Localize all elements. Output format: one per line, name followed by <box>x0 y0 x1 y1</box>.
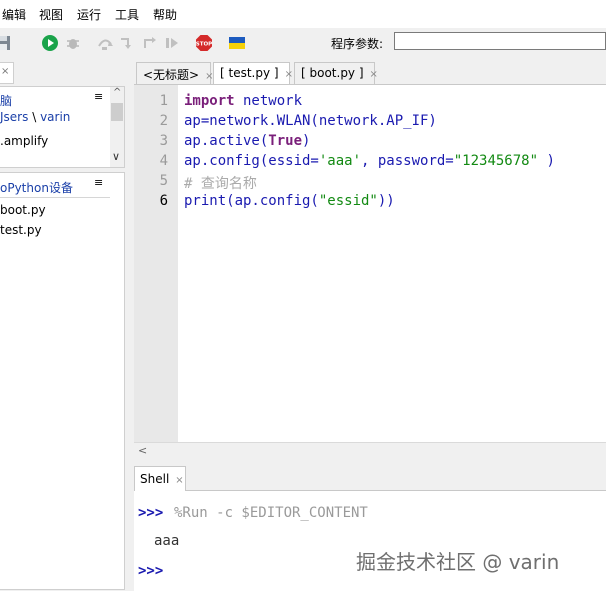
menu-icon[interactable]: ≡ <box>94 176 103 189</box>
step-out-icon[interactable] <box>141 34 159 52</box>
shell-console[interactable]: >>> %Run -c $EDITOR_CONTENT aaa >>> <box>134 491 606 591</box>
chevron-left-icon[interactable]: < <box>138 444 147 457</box>
close-icon[interactable]: × <box>285 69 293 80</box>
shell-tab-bar: Shell × <box>134 466 606 491</box>
close-icon[interactable]: × <box>370 69 378 80</box>
close-icon[interactable]: × <box>1 66 9 77</box>
tab-label: Shell <box>140 472 170 486</box>
tab-label: [ test.py ] <box>220 66 279 80</box>
files-pane: 脑 ≡ Jsers \ varin .amplify ^ ∨ <box>0 86 125 168</box>
save-icon[interactable] <box>0 34 12 52</box>
scroll-up-icon[interactable]: ^ <box>113 87 121 98</box>
code-line[interactable]: # 查询名称 <box>184 173 257 193</box>
line-number: 4 <box>159 153 168 169</box>
shell-prompt: >>> <box>138 505 164 521</box>
tab-untitled[interactable]: <无标题> × <box>136 62 214 84</box>
code-line[interactable]: ap=network.WLAN(network.AP_IF) <box>184 113 437 133</box>
line-number-gutter: 1 2 3 4 5 6 <box>134 85 178 443</box>
debug-icon[interactable] <box>64 34 82 52</box>
line-number: 1 <box>159 93 168 109</box>
svg-text:STOP: STOP <box>196 42 212 48</box>
stop-icon[interactable]: STOP <box>195 34 213 52</box>
tab-boot-py[interactable]: [ boot.py ] × <box>294 62 378 84</box>
tab-label: [ boot.py ] <box>301 66 364 80</box>
program-args-input[interactable] <box>394 32 606 50</box>
menu-icon[interactable]: ≡ <box>94 90 103 103</box>
list-item[interactable]: test.py <box>0 223 42 237</box>
files-pane-title: 脑 <box>0 94 13 108</box>
step-over-icon[interactable] <box>96 34 114 52</box>
horizontal-scrollbar[interactable]: < <box>134 442 606 459</box>
scrollbar-thumb[interactable] <box>111 103 123 121</box>
files-tab[interactable]: × <box>0 62 14 84</box>
tab-label: <无标题> <box>143 68 200 82</box>
device-pane: oPython设备 ≡ boot.py test.py <box>0 172 125 590</box>
chevron-down-icon[interactable]: ∨ <box>112 150 120 163</box>
menu-bar: 编辑 视图 运行 工具 帮助 <box>0 0 606 28</box>
shell-prompt: >>> <box>138 563 164 579</box>
code-editor[interactable]: 1 2 3 4 5 6 import network ap=network.WL… <box>134 84 606 443</box>
device-pane-title: oPython设备 <box>0 181 73 195</box>
breadcrumb-segment[interactable]: Jsers <box>0 110 28 124</box>
line-number: 5 <box>159 173 168 189</box>
line-number: 3 <box>159 133 168 149</box>
breadcrumb-separator: \ <box>32 110 37 124</box>
scrollbar[interactable]: ^ ∨ <box>110 87 124 167</box>
code-line[interactable]: print(ap.config("essid")) <box>184 193 395 213</box>
code-line[interactable]: import network <box>184 93 302 113</box>
line-number: 6 <box>159 193 168 209</box>
code-line[interactable]: ap.active(True) <box>184 133 310 153</box>
menu-edit[interactable]: 编辑 <box>2 6 26 23</box>
breadcrumb-segment[interactable]: varin <box>40 110 70 124</box>
menu-run[interactable]: 运行 <box>77 6 101 23</box>
breadcrumb: Jsers \ varin <box>0 110 70 124</box>
line-number: 2 <box>159 113 168 129</box>
shell-output: aaa <box>154 533 180 549</box>
close-icon[interactable]: × <box>175 475 183 486</box>
program-args-label: 程序参数: <box>331 37 384 51</box>
menu-view[interactable]: 视图 <box>39 6 63 23</box>
divider <box>0 197 110 198</box>
step-into-icon[interactable] <box>118 34 136 52</box>
editor-tab-bar: <无标题> × [ test.py ] × [ boot.py ] × <box>134 62 606 86</box>
menu-tools[interactable]: 工具 <box>115 6 139 23</box>
tab-test-py[interactable]: [ test.py ] × <box>213 62 293 86</box>
code-line[interactable]: ap.config(essid='aaa', password="1234567… <box>184 153 555 173</box>
menu-help[interactable]: 帮助 <box>153 6 177 23</box>
run-icon[interactable] <box>41 34 59 52</box>
list-item[interactable]: .amplify <box>0 134 48 148</box>
shell-command: %Run -c $EDITOR_CONTENT <box>174 505 368 521</box>
resume-icon[interactable] <box>163 34 181 52</box>
flag-icon <box>228 34 246 52</box>
tab-shell[interactable]: Shell × <box>134 466 186 491</box>
watermark: 掘金技术社区 @ varin <box>356 550 560 574</box>
list-item[interactable]: boot.py <box>0 203 46 217</box>
